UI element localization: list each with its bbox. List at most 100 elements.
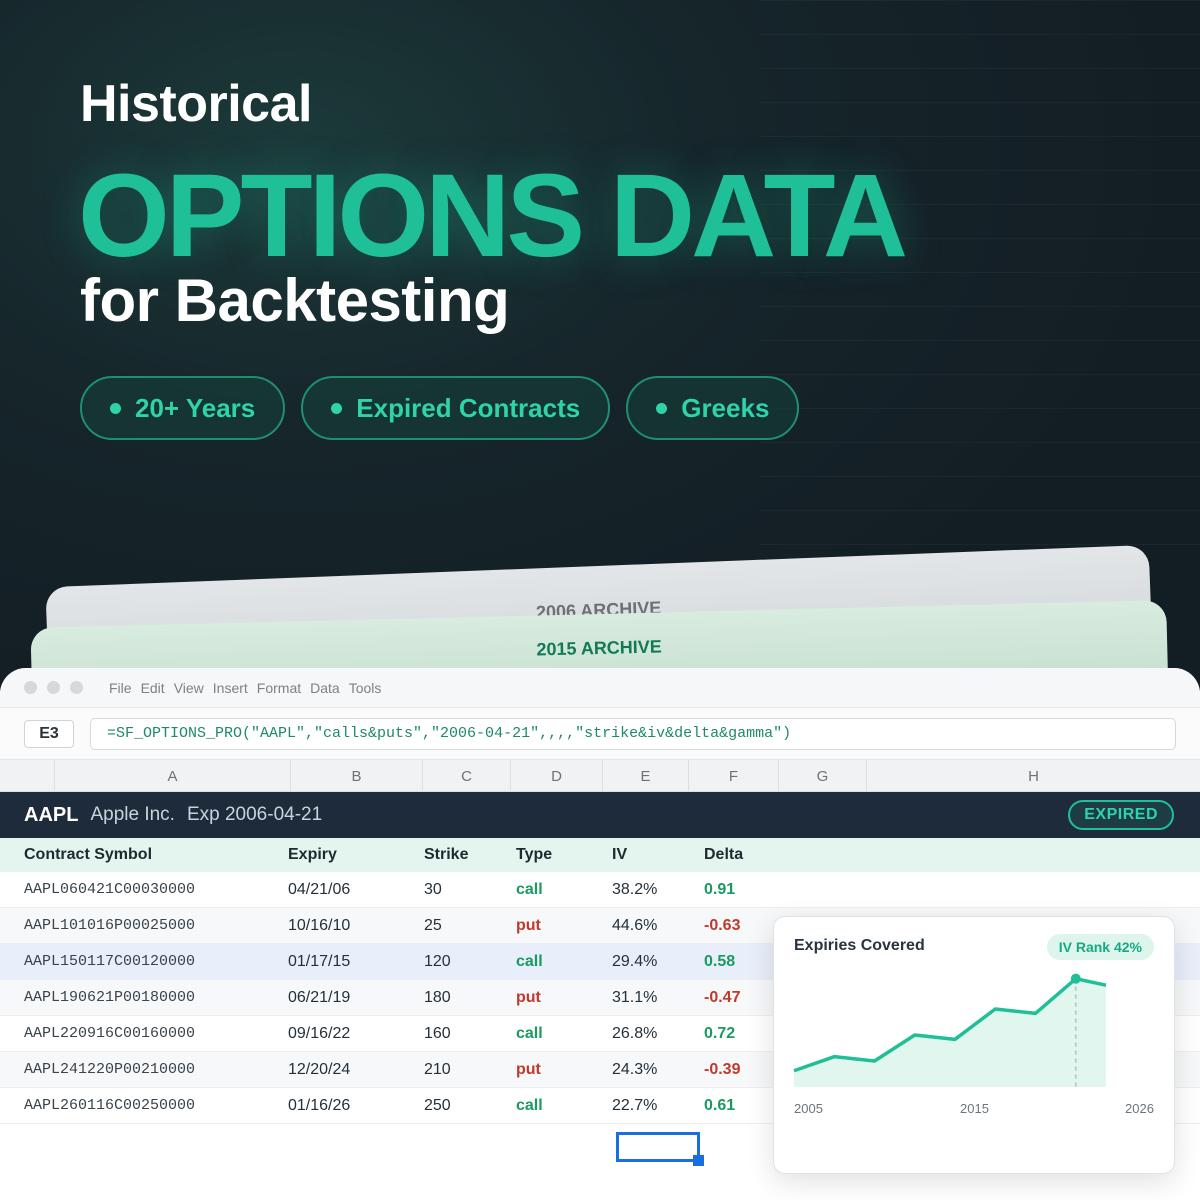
cell-strike[interactable]: 120	[424, 944, 451, 979]
cell-reference-box[interactable]: E3	[24, 719, 74, 748]
hero-title-line2: OPTIONS DATA	[78, 150, 908, 282]
cell-delta[interactable]: 0.61	[704, 1088, 735, 1123]
menu-view[interactable]: View	[174, 680, 204, 696]
cell-contract-symbol[interactable]: AAPL190621P00180000	[24, 980, 195, 1015]
menu-data[interactable]: Data	[310, 680, 340, 696]
bullet-icon	[110, 402, 121, 414]
feature-pill-years: 20+ Years	[80, 376, 286, 440]
cell-iv[interactable]: 24.3%	[612, 1052, 657, 1087]
bullet-icon	[331, 402, 343, 414]
column-header-c[interactable]: C	[422, 760, 510, 792]
cell-contract-symbol[interactable]: AAPL101016P00025000	[24, 908, 195, 943]
x-axis-label-mid: 2015	[960, 1101, 989, 1116]
column-header-d[interactable]: D	[510, 760, 602, 792]
column-header-a[interactable]: A	[54, 760, 290, 792]
status-badge: EXPIRED	[1068, 800, 1174, 830]
sheet-title-bar: AAPL Apple Inc. Exp 2006-04-21 EXPIRED	[0, 792, 1200, 838]
formula-bar: E3 =SF_OPTIONS_PRO("AAPL","calls&puts","…	[0, 708, 1200, 760]
cell-delta[interactable]: 0.72	[704, 1016, 735, 1051]
cell-type[interactable]: call	[516, 872, 543, 907]
menu-insert[interactable]: Insert	[213, 680, 248, 696]
x-axis-label-start: 2005	[794, 1101, 823, 1116]
cell-strike[interactable]: 160	[424, 1016, 451, 1051]
cell-delta[interactable]: 0.91	[704, 872, 735, 907]
header-expiry: Expiry	[288, 846, 337, 863]
cell-expiry[interactable]: 01/17/15	[288, 944, 350, 979]
company-name: Apple Inc.	[90, 804, 175, 825]
hero-title-line3: for Backtesting	[80, 267, 510, 334]
column-header-e[interactable]: E	[602, 760, 688, 792]
cell-iv[interactable]: 44.6%	[612, 908, 657, 943]
table-header-row: Contract Symbol Expiry Strike Type IV De…	[0, 838, 1200, 872]
menu-items: File Edit View Insert Format Data Tools	[109, 680, 381, 696]
cell-delta[interactable]: -0.63	[704, 908, 740, 943]
header-delta: Delta	[704, 846, 744, 863]
cell-contract-symbol[interactable]: AAPL260116C00250000	[24, 1088, 195, 1123]
minimize-window-icon[interactable]	[47, 681, 60, 694]
column-header-b[interactable]: B	[290, 760, 422, 792]
cell-type[interactable]: call	[516, 944, 543, 979]
header-strike: Strike	[424, 846, 469, 863]
menu-tools[interactable]: Tools	[349, 680, 382, 696]
column-header-h[interactable]: H	[866, 760, 1200, 792]
cell-type[interactable]: call	[516, 1016, 543, 1051]
cell-expiry[interactable]: 06/21/19	[288, 980, 350, 1015]
column-header-f[interactable]: F	[688, 760, 778, 792]
menu-edit[interactable]: Edit	[141, 680, 165, 696]
cell-expiry[interactable]: 12/20/24	[288, 1052, 350, 1087]
cell-type[interactable]: put	[516, 980, 541, 1015]
cell-strike[interactable]: 30	[424, 872, 442, 907]
menu-bar: File Edit View Insert Format Data Tools	[0, 668, 1200, 708]
feature-pills: 20+ Years Expired Contracts Greeks	[80, 376, 800, 440]
maximize-window-icon[interactable]	[70, 681, 83, 694]
cell-contract-symbol[interactable]: AAPL060421C00030000	[24, 872, 195, 907]
cell-strike[interactable]: 25	[424, 908, 442, 943]
cell-contract-symbol[interactable]: AAPL241220P00210000	[24, 1052, 195, 1087]
feature-pill-greeks: Greeks	[626, 376, 800, 440]
cell-delta[interactable]: 0.58	[704, 944, 735, 979]
cell-iv[interactable]: 38.2%	[612, 872, 657, 907]
cell-expiry[interactable]: 10/16/10	[288, 908, 350, 943]
cell-expiry[interactable]: 04/21/06	[288, 872, 350, 907]
cell-delta[interactable]: -0.39	[704, 1052, 740, 1087]
cell-iv[interactable]: 29.4%	[612, 944, 657, 979]
cell-expiry[interactable]: 09/16/22	[288, 1016, 350, 1051]
hero-title-line1: Historical	[80, 75, 312, 133]
cell-contract-symbol[interactable]: AAPL150117C00120000	[24, 944, 195, 979]
header-type: Type	[516, 846, 553, 863]
cell-iv[interactable]: 31.1%	[612, 980, 657, 1015]
cell-iv[interactable]: 22.7%	[612, 1088, 657, 1123]
feature-pill-expired: Expired Contracts	[301, 376, 611, 440]
cell-expiry[interactable]: 01/16/26	[288, 1088, 350, 1123]
pill-label: 20+ Years	[135, 392, 256, 423]
cell-strike[interactable]: 210	[424, 1052, 451, 1087]
cell-type[interactable]: put	[516, 908, 541, 943]
expiries-area-chart	[793, 973, 1107, 1087]
formula-input[interactable]: =SF_OPTIONS_PRO("AAPL","calls&puts","200…	[90, 717, 1176, 750]
cell-type[interactable]: call	[516, 1088, 543, 1123]
highlight-point[interactable]	[1070, 973, 1081, 984]
cell-strike[interactable]: 250	[424, 1088, 451, 1123]
expiries-chart-card: Expiries Covered IV Rank 42% 2005 2015 2…	[773, 916, 1175, 1174]
fill-handle[interactable]	[693, 1155, 704, 1166]
column-header-g[interactable]: G	[778, 760, 866, 792]
menu-format[interactable]: Format	[257, 680, 301, 696]
header-contract-symbol: Contract Symbol	[24, 846, 153, 863]
cell-contract-symbol[interactable]: AAPL220916C00160000	[24, 1016, 195, 1051]
menu-file[interactable]: File	[109, 680, 132, 696]
cell-type[interactable]: put	[516, 1052, 541, 1087]
bullet-icon	[656, 402, 668, 414]
window-controls	[24, 681, 83, 694]
cell-delta[interactable]: -0.47	[704, 980, 740, 1015]
cell-iv[interactable]: 26.8%	[612, 1016, 657, 1051]
cell-strike[interactable]: 180	[424, 980, 451, 1015]
column-headers: A B C D E F G H	[0, 760, 1200, 792]
corner-cell[interactable]	[0, 760, 54, 792]
expiry-label: Exp 2006-04-21	[186, 804, 323, 825]
close-window-icon[interactable]	[24, 681, 37, 694]
pill-label: Greeks	[681, 392, 770, 423]
table-row[interactable]: AAPL060421C00030000 04/21/06 30 call 38.2% 0.…	[0, 872, 1200, 908]
header-iv: IV	[612, 846, 628, 863]
selected-cell-outline[interactable]	[616, 1132, 704, 1166]
pill-label: Expired Contracts	[356, 392, 581, 423]
